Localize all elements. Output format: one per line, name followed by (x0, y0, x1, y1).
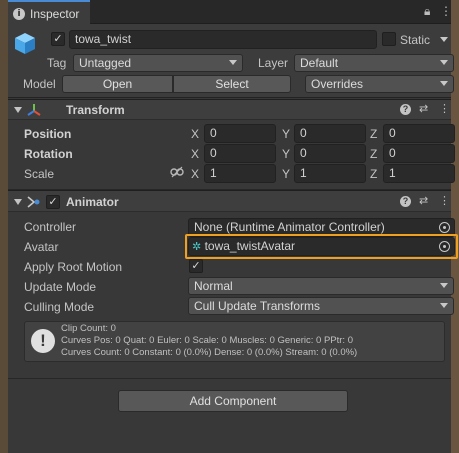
rotation-x-axis[interactable]: X (191, 147, 199, 161)
transform-foldout-icon[interactable] (14, 107, 22, 113)
rotation-y-axis[interactable]: Y (282, 147, 290, 161)
chevron-down-icon (229, 60, 237, 65)
scale-y-axis[interactable]: Y (282, 167, 290, 181)
left-edge-background (0, 0, 8, 453)
tab-inspector[interactable]: i Inspector (8, 0, 90, 24)
scale-z-axis[interactable]: Z (370, 167, 377, 181)
tab-inspector-label: Inspector (30, 7, 80, 21)
chevron-down-icon (440, 283, 448, 288)
prefab-cube-icon (15, 33, 35, 54)
apply-root-motion-label: Apply Root Motion (24, 260, 123, 274)
rotation-z-field[interactable]: 0 (383, 144, 455, 163)
info-line-curves-count: Curves Count: 0 Constant: 0 (0.0%) Dense… (61, 347, 358, 358)
scale-x-axis[interactable]: X (191, 167, 199, 181)
position-x-field[interactable]: 0 (204, 124, 276, 143)
info-icon: i (13, 8, 25, 20)
overrides-value: Overrides (311, 77, 364, 91)
help-icon[interactable]: ? (400, 104, 411, 115)
kebab-menu-icon[interactable]: ⋮ (440, 4, 452, 18)
position-x-axis[interactable]: X (191, 127, 199, 141)
position-label: Position (24, 127, 72, 141)
select-button[interactable]: Select (173, 75, 291, 93)
tag-label: Tag (47, 56, 67, 70)
scale-z-field[interactable]: 1 (383, 164, 455, 183)
unlink-icon[interactable] (170, 166, 184, 178)
avatar-value: towa_twistAvatar (204, 239, 296, 253)
presets-sliders-icon[interactable]: ⇄ (419, 194, 428, 207)
culling-mode-dropdown[interactable]: Cull Update Transforms (188, 297, 454, 315)
static-label: Static (400, 33, 431, 47)
info-line-clip-count: Clip Count: 0 (61, 323, 116, 334)
active-checkbox[interactable]: ✓ (51, 32, 65, 46)
animator-foldout-icon[interactable] (14, 199, 22, 205)
transform-axes-icon (27, 104, 41, 116)
layer-dropdown[interactable]: Default (294, 54, 454, 72)
static-checkbox[interactable] (382, 32, 396, 46)
chevron-down-icon (440, 81, 448, 86)
info-line-curves-pos: Curves Pos: 0 Quat: 0 Euler: 0 Scale: 0 … (61, 335, 353, 346)
position-y-axis[interactable]: Y (282, 127, 290, 141)
position-z-field[interactable]: 0 (383, 124, 455, 143)
scale-label: Scale (24, 167, 55, 181)
controller-value: None (Runtime Animator Controller) (194, 220, 385, 234)
static-dropdown-arrow[interactable] (440, 37, 448, 42)
layer-value: Default (300, 56, 339, 70)
avatar-icon: ✲ (192, 240, 202, 253)
update-mode-dropdown[interactable]: Normal (188, 277, 454, 295)
scale-x-field[interactable]: 1 (204, 164, 276, 183)
rotation-x-field[interactable]: 0 (204, 144, 276, 163)
warning-icon: ! (31, 329, 55, 353)
controller-label: Controller (24, 220, 77, 234)
object-name-field[interactable]: towa_twist (69, 30, 377, 49)
avatar-label: Avatar (24, 240, 59, 254)
object-picker-icon[interactable] (439, 222, 450, 233)
lock-icon[interactable]: 🔒︎ (424, 4, 430, 19)
model-label: Model (23, 77, 56, 91)
animator-enabled-checkbox[interactable]: ✓ (46, 195, 60, 209)
tag-dropdown[interactable]: Untagged (73, 54, 243, 72)
component-separator (8, 378, 451, 379)
animator-title: Animator (66, 195, 119, 209)
overrides-dropdown[interactable]: Overrides (305, 75, 454, 93)
culling-mode-label: Culling Mode (24, 300, 95, 314)
component-menu-icon[interactable]: ⋮ (439, 102, 450, 115)
rotation-z-axis[interactable]: Z (370, 147, 377, 161)
animator-info-box: ! Clip Count: 0 Curves Pos: 0 Quat: 0 Eu… (24, 321, 445, 362)
layer-label: Layer (258, 56, 289, 70)
chevron-down-icon (440, 60, 448, 65)
update-mode-value: Normal (194, 279, 233, 293)
culling-mode-value: Cull Update Transforms (194, 299, 321, 313)
help-icon[interactable]: ? (400, 196, 411, 207)
avatar-field[interactable]: ✲ towa_twistAvatar (188, 237, 455, 256)
open-button[interactable]: Open (62, 75, 173, 93)
position-y-field[interactable]: 0 (294, 124, 366, 143)
rotation-y-field[interactable]: 0 (294, 144, 366, 163)
animator-icon (27, 196, 40, 208)
scale-y-field[interactable]: 1 (294, 164, 366, 183)
rotation-label: Rotation (24, 147, 73, 161)
chevron-down-icon (440, 303, 448, 308)
presets-sliders-icon[interactable]: ⇄ (419, 102, 428, 115)
tag-value: Untagged (79, 56, 132, 70)
component-menu-icon[interactable]: ⋮ (439, 194, 450, 207)
object-picker-icon[interactable] (439, 241, 450, 252)
update-mode-label: Update Mode (24, 280, 97, 294)
transform-title: Transform (66, 103, 125, 117)
apply-root-motion-checkbox[interactable]: ✓ (189, 259, 203, 273)
position-z-axis[interactable]: Z (370, 127, 377, 141)
add-component-button[interactable]: Add Component (118, 390, 348, 412)
